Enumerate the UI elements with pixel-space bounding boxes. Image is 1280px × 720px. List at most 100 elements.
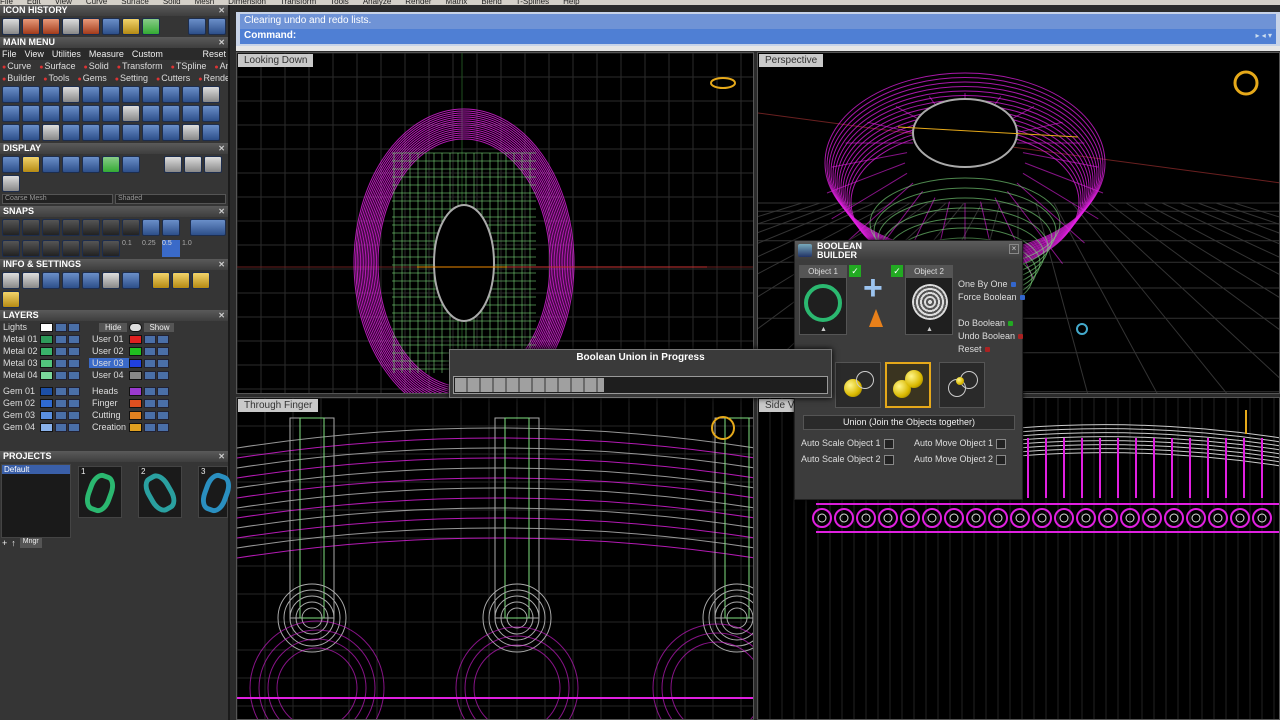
menu-art[interactable]: Art (214, 61, 228, 71)
layer-name[interactable]: User 02 (89, 346, 129, 356)
display-mode-icon[interactable] (204, 156, 222, 173)
menu-curve[interactable]: Curve (2, 61, 31, 71)
lights-toggle[interactable] (68, 322, 80, 332)
menu-tab-view[interactable]: View (25, 49, 44, 59)
layer-name[interactable]: User 04 (89, 370, 129, 380)
display-mode-icon[interactable] (2, 175, 20, 192)
tool-icon[interactable] (82, 105, 100, 122)
layer-visibility-toggle[interactable] (55, 398, 67, 408)
tool-icon[interactable] (162, 86, 180, 103)
history-icon[interactable] (82, 18, 100, 35)
layer-visibility-toggle[interactable] (144, 346, 156, 356)
layer-visibility-toggle[interactable] (55, 422, 67, 432)
layer-color-swatch[interactable] (40, 422, 53, 432)
display-mode-icon[interactable] (82, 156, 100, 173)
do-boolean-button[interactable]: Do Boolean (958, 318, 1014, 328)
tool-icon[interactable] (162, 124, 180, 141)
manager-button[interactable]: Mngr (19, 538, 42, 548)
tool-icon[interactable] (122, 86, 140, 103)
layer-visibility-toggle[interactable] (144, 358, 156, 368)
menu-gems[interactable]: Gems (78, 73, 107, 83)
layer-lock-toggle[interactable] (157, 370, 169, 380)
menu-cutters[interactable]: Cutters (156, 73, 190, 83)
snap-icon[interactable] (42, 240, 60, 257)
tool-icon[interactable] (202, 124, 220, 141)
info-icon[interactable] (102, 272, 120, 289)
caret-up-icon[interactable]: ▲ (926, 326, 933, 333)
tool-icon[interactable] (102, 124, 120, 141)
tool-icon[interactable] (142, 86, 160, 103)
tool-icon[interactable] (142, 124, 160, 141)
menu-tab-measure[interactable]: Measure (89, 49, 124, 59)
layer-visibility-toggle[interactable] (55, 358, 67, 368)
display-mode-icon[interactable] (62, 156, 80, 173)
layer-lock-toggle[interactable] (157, 410, 169, 420)
tool-icon[interactable] (62, 86, 80, 103)
menu-tab-utilities[interactable]: Utilities (52, 49, 81, 59)
history-icon[interactable] (62, 18, 80, 35)
layer-visibility-toggle[interactable] (144, 386, 156, 396)
menubar-item[interactable]: Analyze (363, 0, 391, 5)
snap-value[interactable]: 0.25 (142, 240, 160, 257)
tool-icon[interactable] (62, 105, 80, 122)
caret-up-icon[interactable]: ▲ (820, 326, 827, 333)
intersect-operation-button[interactable] (939, 362, 985, 408)
layer-color-swatch[interactable] (40, 398, 53, 408)
menu-transform[interactable]: Transform (117, 61, 163, 71)
menu-solid[interactable]: Solid (84, 61, 109, 71)
reset-button[interactable]: Reset (958, 344, 990, 354)
forward-arrow-icon[interactable] (208, 18, 226, 35)
layer-name[interactable]: User 01 (89, 334, 129, 344)
layer-visibility-toggle[interactable] (55, 346, 67, 356)
layer-visibility-toggle[interactable] (55, 370, 67, 380)
checkbox[interactable] (996, 454, 1007, 465)
hide-button[interactable]: Hide (99, 322, 128, 332)
layer-lock-toggle[interactable] (157, 422, 169, 432)
menubar-item[interactable]: Help (563, 0, 579, 5)
layer-color-swatch[interactable] (40, 410, 53, 420)
snap-icon[interactable] (142, 219, 160, 236)
layer-visibility-toggle[interactable] (55, 410, 67, 420)
layer-lock-toggle[interactable] (157, 398, 169, 408)
snap-icon[interactable] (82, 240, 100, 257)
layer-name[interactable]: User 03 (89, 358, 129, 368)
close-icon[interactable]: ✕ (218, 37, 225, 48)
tool-icon[interactable] (62, 124, 80, 141)
menubar-item[interactable]: Render (405, 0, 431, 5)
snap-value[interactable]: 1.0 (182, 240, 200, 257)
tool-icon[interactable] (122, 124, 140, 141)
layer-lock-toggle[interactable] (68, 398, 80, 408)
display-mode-icon[interactable] (42, 156, 60, 173)
snap-icon[interactable] (82, 219, 100, 236)
back-arrow-icon[interactable] (188, 18, 206, 35)
viewport-looking-down[interactable]: Looking Down (236, 52, 754, 394)
layer-lock-toggle[interactable] (68, 386, 80, 396)
layer-lock-toggle[interactable] (157, 358, 169, 368)
undo-boolean-button[interactable]: Undo Boolean (958, 331, 1024, 341)
layer-name[interactable]: Creation (89, 422, 129, 432)
layer-color-swatch[interactable] (129, 410, 142, 420)
tool-icon[interactable] (42, 86, 60, 103)
info-icon[interactable] (122, 272, 140, 289)
tool-icon[interactable] (2, 105, 20, 122)
checkbox[interactable] (996, 438, 1007, 449)
layer-color-swatch[interactable] (129, 398, 142, 408)
layer-name[interactable]: Gem 03 (0, 410, 40, 420)
tool-icon[interactable] (102, 105, 120, 122)
layer-color-swatch[interactable] (40, 358, 53, 368)
menu-tools[interactable]: Tools (43, 73, 69, 83)
layer-name[interactable]: Metal 02 (0, 346, 40, 356)
info-icon[interactable] (62, 272, 80, 289)
menu-surface[interactable]: Surface (39, 61, 75, 71)
lights-swatch[interactable] (40, 322, 53, 332)
layer-color-swatch[interactable] (129, 422, 142, 432)
display-mode-icon[interactable] (102, 156, 120, 173)
auto-scale-2-option[interactable]: Auto Scale Object 2 (801, 454, 894, 465)
menu-render[interactable]: Render (198, 73, 229, 83)
layer-visibility-toggle[interactable] (144, 398, 156, 408)
layer-visibility-toggle[interactable] (144, 370, 156, 380)
tool-icon[interactable] (202, 86, 220, 103)
info-icon[interactable] (172, 272, 190, 289)
tool-icon[interactable] (82, 86, 100, 103)
display-mode-icon[interactable] (22, 156, 40, 173)
